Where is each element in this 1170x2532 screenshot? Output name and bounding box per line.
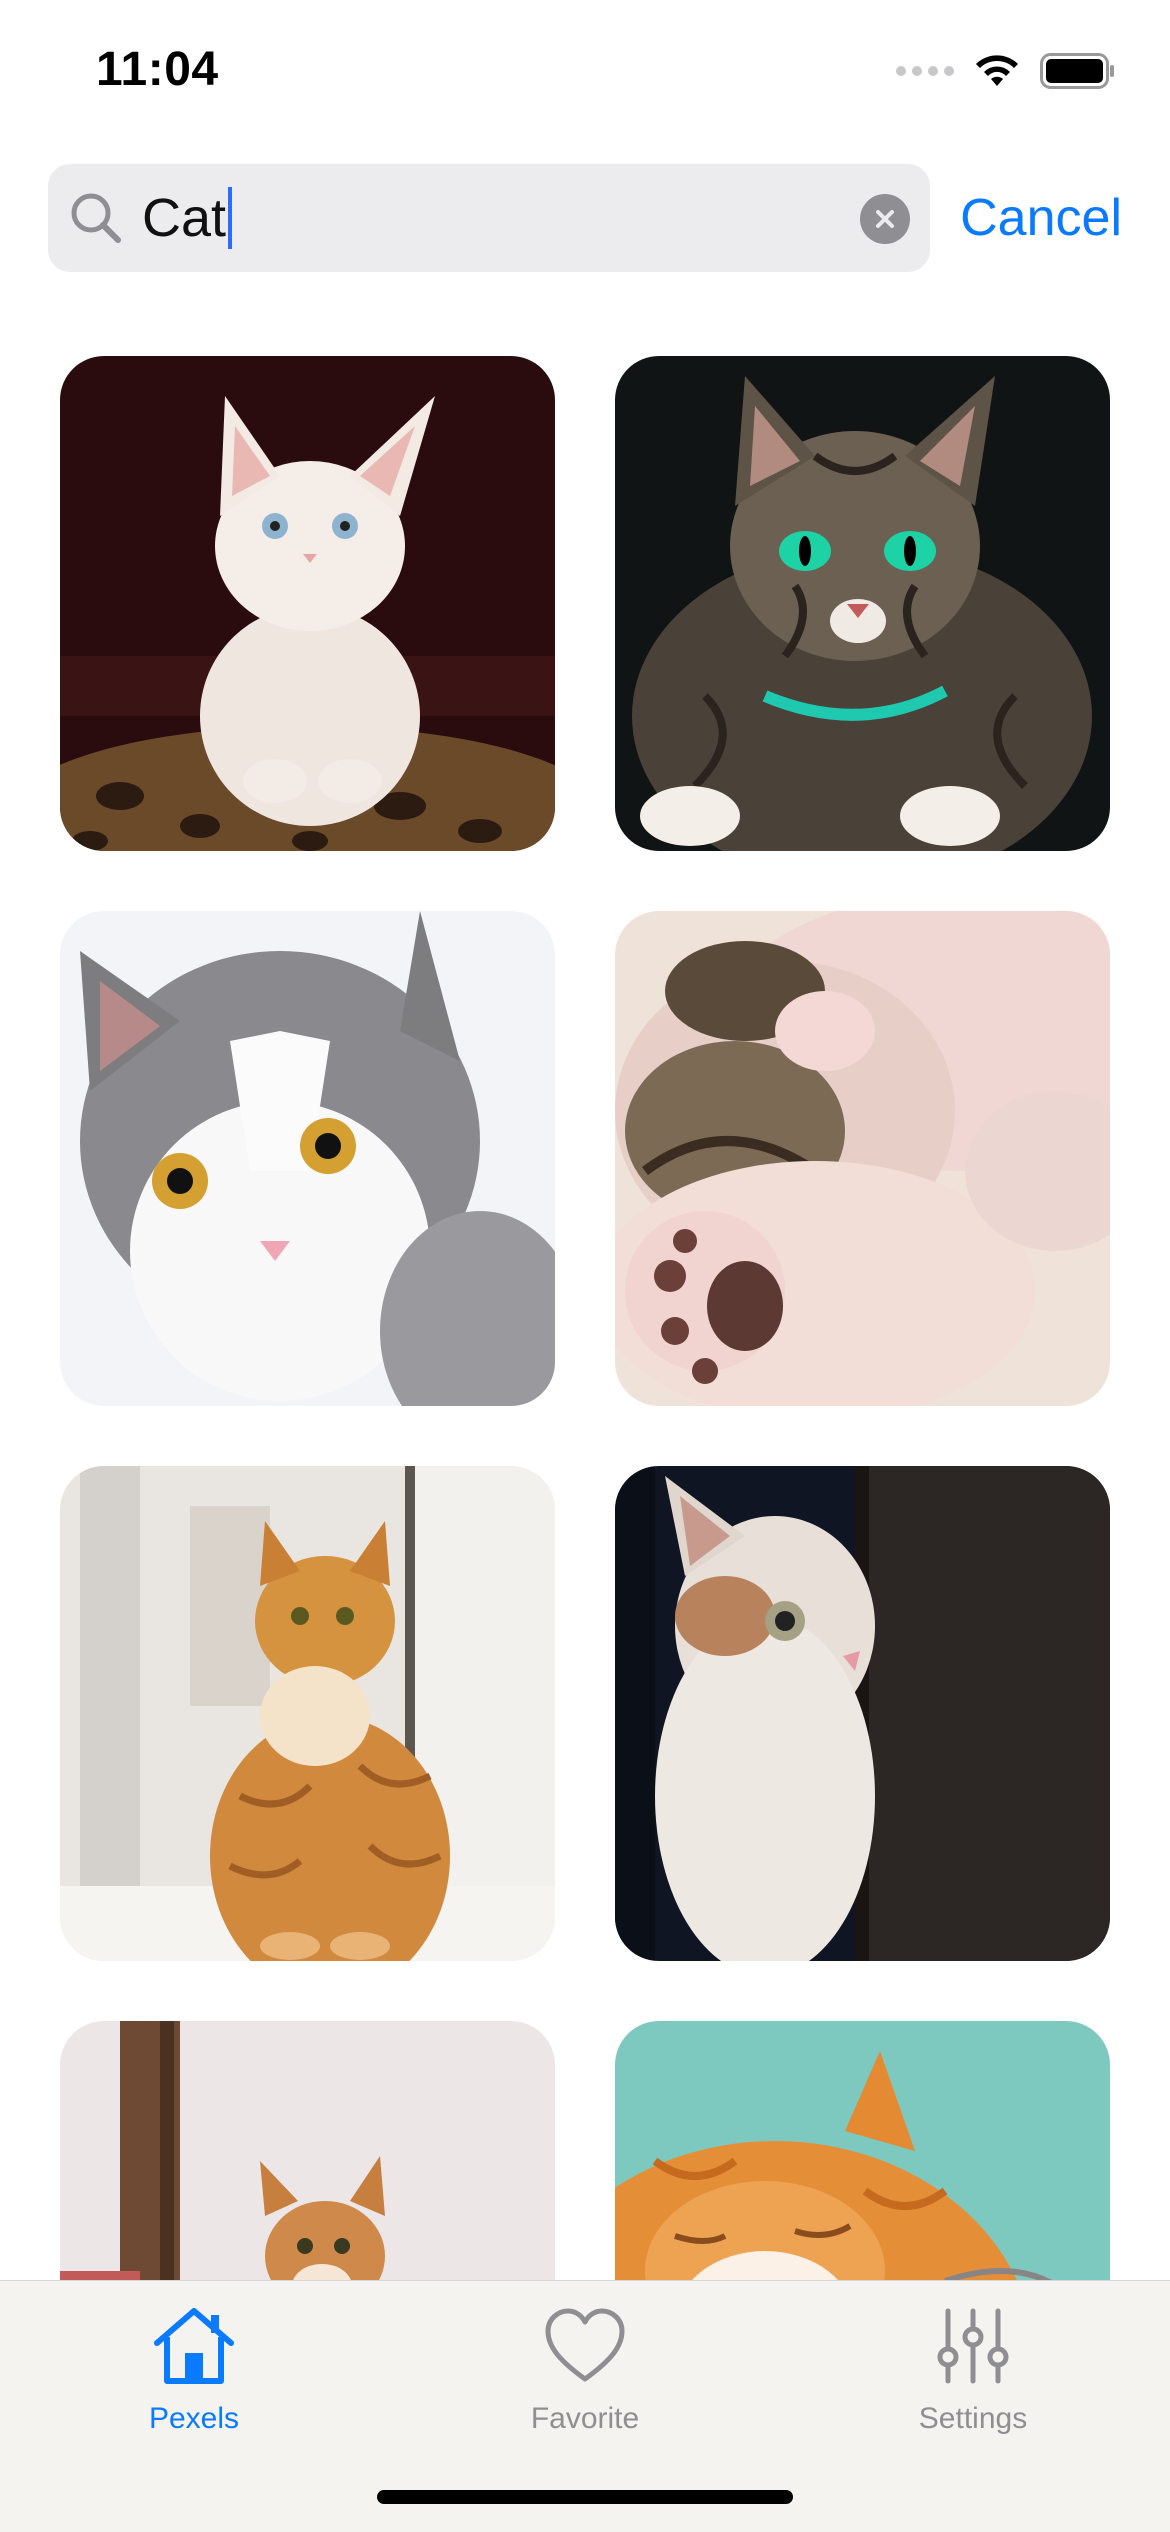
house-icon: [154, 2308, 234, 2384]
tab-favorite[interactable]: Favorite: [465, 2301, 705, 2461]
photo-tile[interactable]: [615, 356, 1110, 851]
photo-tile[interactable]: [615, 1466, 1110, 1961]
status-bar: 11:04: [0, 0, 1170, 140]
cat-photo: [615, 356, 1110, 851]
cat-photo: [60, 911, 555, 1406]
home-indicator: [377, 2490, 793, 2504]
status-time: 11:04: [96, 43, 219, 96]
text-caret: [228, 187, 233, 249]
photo-grid: [60, 356, 1110, 2280]
heart-icon: [545, 2308, 625, 2382]
search-input[interactable]: Cat: [142, 186, 233, 250]
status-icons: [896, 52, 1116, 90]
photo-tile[interactable]: [615, 2021, 1110, 2280]
search-icon: [68, 190, 124, 246]
clear-search-button[interactable]: [860, 194, 910, 244]
cat-photo: [615, 911, 1110, 1406]
tab-pexels[interactable]: Pexels: [74, 2301, 314, 2461]
screen: 11:04 Cat Cancel Pexels Favorite Setting…: [0, 0, 1170, 2532]
photo-tile[interactable]: [615, 911, 1110, 1406]
cat-photo: [615, 2021, 1110, 2280]
photo-tile[interactable]: [60, 1466, 555, 1961]
cellular-signal-icon: [896, 66, 954, 76]
cat-photo: [60, 356, 555, 851]
tab-settings[interactable]: Settings: [853, 2301, 1093, 2461]
tab-label: Settings: [918, 2402, 1028, 2435]
photo-tile[interactable]: [60, 911, 555, 1406]
battery-icon: [1040, 53, 1114, 89]
cat-photo: [60, 2021, 555, 2280]
search-row: Cat Cancel: [48, 164, 1122, 272]
search-field[interactable]: Cat: [48, 164, 930, 272]
photo-tile[interactable]: [60, 356, 555, 851]
tab-label: Favorite: [530, 2402, 640, 2435]
tab-label: Pexels: [148, 2402, 240, 2435]
sliders-icon: [937, 2308, 1009, 2384]
cancel-button[interactable]: Cancel: [960, 186, 1122, 250]
cat-photo: [60, 1466, 555, 1961]
search-query: Cat: [142, 188, 227, 248]
cat-photo: [615, 1466, 1110, 1961]
wifi-icon: [976, 55, 1018, 86]
close-icon: [876, 210, 894, 228]
photo-tile[interactable]: [60, 2021, 555, 2280]
